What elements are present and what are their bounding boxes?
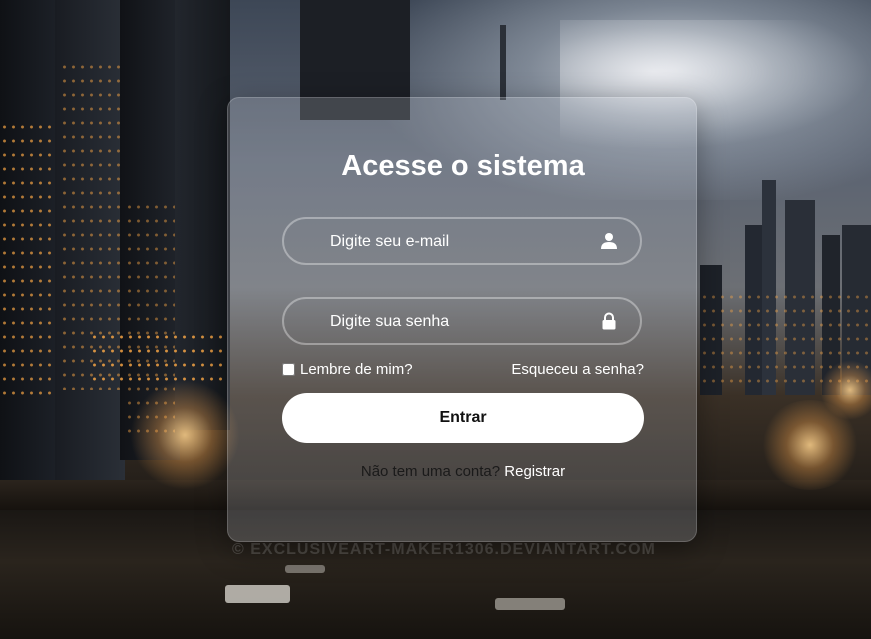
building-windows [0,120,55,400]
register-link[interactable]: Registrar [504,463,565,480]
email-input[interactable] [328,219,592,265]
user-icon [601,233,617,249]
remember-label: Lembre de mim? [300,361,413,378]
remember-checkbox[interactable] [282,363,295,376]
tower-spire [500,25,506,100]
register-row: Não tem uma conta? Registrar [228,463,698,480]
street-light-glow [820,360,871,420]
building-windows [90,330,225,390]
lock-icon [602,312,616,330]
register-prompt: Não tem uma conta? [360,463,501,480]
login-card: Acesse o sistema Lembre de mim? [227,97,697,542]
forgot-password-link[interactable]: Esqueceu a senha? [511,361,644,378]
password-field[interactable] [282,297,642,345]
boat [225,585,290,603]
login-button[interactable]: Entrar [282,393,644,443]
boat [495,598,565,610]
street-light-glow [130,380,240,490]
watermark: © EXCLUSIVEART-MAKER1306.DEVIANTART.COM [232,541,656,558]
email-field[interactable] [282,217,642,265]
boat [285,565,325,573]
login-options: Lembre de mim? Esqueceu a senha? [282,361,644,381]
remember-me[interactable]: Lembre de mim? [282,361,413,378]
page-title: Acesse o sistema [341,150,585,182]
password-input[interactable] [328,299,592,345]
background-cityscape: © EXCLUSIVEART-MAKER1306.DEVIANTART.COM … [0,0,871,639]
